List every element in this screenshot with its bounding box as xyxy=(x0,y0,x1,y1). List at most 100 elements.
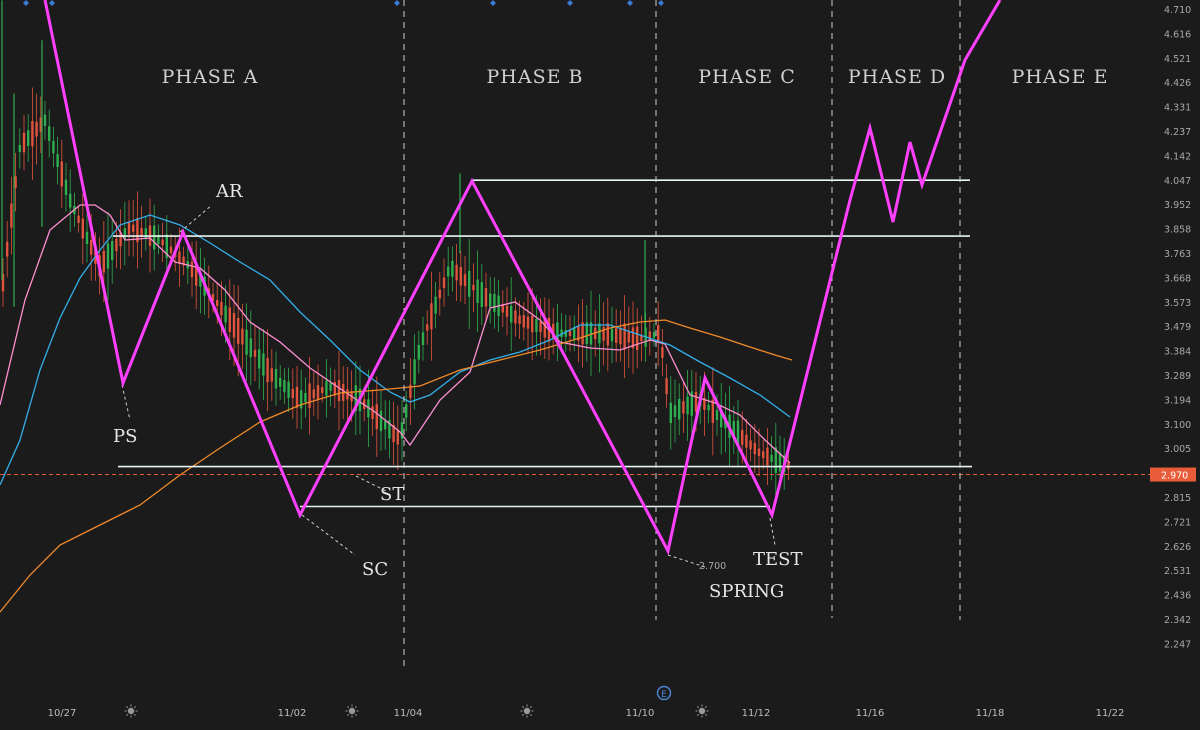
candle-body xyxy=(615,328,617,343)
date-tick-label: 11/10 xyxy=(626,708,655,719)
candle-body xyxy=(670,403,672,423)
candle-body xyxy=(308,383,310,407)
sun-icon xyxy=(346,705,359,718)
candle-body xyxy=(506,306,508,317)
candle-body xyxy=(443,277,445,288)
candle-body xyxy=(287,382,289,398)
phase-label: PHASE B xyxy=(487,66,584,88)
candle-body xyxy=(611,329,613,342)
candle-body xyxy=(115,239,117,251)
candle-body xyxy=(35,122,37,137)
price-tick-label: 4.426 xyxy=(1164,78,1191,89)
candle-body xyxy=(44,115,46,126)
price-tick-label: 2.626 xyxy=(1164,542,1191,553)
price-tick-label: 4.237 xyxy=(1164,127,1191,138)
sun-icon xyxy=(696,705,709,718)
candle-body xyxy=(741,430,743,445)
candle-body xyxy=(586,323,588,345)
candle-body xyxy=(258,349,260,368)
price-tick-label: 4.047 xyxy=(1164,176,1191,187)
candle-body xyxy=(27,130,29,146)
chart-canvas: PHASE APHASE BPHASE CPHASE DPHASE E PSAR… xyxy=(0,0,1200,726)
price-tick-label: 2.342 xyxy=(1164,615,1191,626)
candle-body xyxy=(712,400,714,423)
candle-body xyxy=(275,369,277,388)
candle-body xyxy=(657,325,659,342)
annotation-label: PS xyxy=(113,426,137,447)
candle-body xyxy=(254,350,256,357)
candle-body xyxy=(300,390,302,408)
annotation-label: TEST xyxy=(753,549,802,570)
candle-body xyxy=(262,354,264,376)
candle-body xyxy=(296,387,298,408)
candle-body xyxy=(216,300,218,306)
candle-body xyxy=(758,449,760,457)
candle-body xyxy=(770,455,772,462)
candle-body xyxy=(518,316,520,324)
candle-body xyxy=(103,251,105,273)
candle-body xyxy=(527,317,529,329)
candle-body xyxy=(338,380,340,401)
candle-body xyxy=(313,389,315,398)
candle-body xyxy=(573,327,575,339)
candle-body xyxy=(653,332,655,338)
candle-body xyxy=(31,121,33,146)
candle-body xyxy=(413,359,415,384)
candle-body xyxy=(619,328,621,344)
candle-body xyxy=(749,440,751,449)
date-tick-label: 11/18 xyxy=(976,708,1005,719)
candle-body xyxy=(598,323,600,343)
candle-body xyxy=(426,324,428,330)
candle-body xyxy=(754,443,756,454)
candle-body xyxy=(686,397,688,415)
candle-body xyxy=(325,381,327,396)
candle-body xyxy=(489,294,491,307)
phase-label: PHASE E xyxy=(1012,66,1109,88)
date-tick-label: 10/27 xyxy=(48,708,77,719)
candle-body xyxy=(636,327,638,350)
annotation-label: SPRING xyxy=(709,581,784,602)
candle-body xyxy=(6,242,8,257)
candle-body xyxy=(111,241,113,260)
candle-body xyxy=(682,401,684,413)
price-tick-label: 4.710 xyxy=(1164,5,1191,16)
candle-body xyxy=(56,154,58,167)
candle-body xyxy=(220,302,222,315)
candle-body xyxy=(649,331,651,340)
candle-body xyxy=(380,411,382,431)
candle-body xyxy=(464,274,466,286)
candle-body xyxy=(745,435,747,448)
candle-body xyxy=(237,318,239,344)
current-price-label: 2.970 xyxy=(1161,471,1188,482)
candle-body xyxy=(224,306,226,323)
price-tick-label: 4.521 xyxy=(1164,54,1191,65)
candle-body xyxy=(86,232,88,244)
candle-body xyxy=(514,311,516,324)
candle-body xyxy=(451,261,453,277)
price-tick-label: 3.573 xyxy=(1164,298,1191,309)
candle-body xyxy=(569,331,571,336)
candle-body xyxy=(434,297,436,314)
candle-body xyxy=(493,294,495,312)
candle-body xyxy=(140,228,142,236)
phase-label: PHASE C xyxy=(698,66,796,88)
price-tick-label: 3.763 xyxy=(1164,249,1191,260)
sun-icon xyxy=(521,705,534,718)
annotation-label: SC xyxy=(362,559,388,580)
annotation-label: AR xyxy=(215,181,243,202)
candle-body xyxy=(405,404,407,418)
date-tick-label: 11/12 xyxy=(742,708,771,719)
candle-body xyxy=(69,194,71,208)
candle-body xyxy=(250,338,252,357)
wyckoff-chart: PHASE APHASE BPHASE CPHASE DPHASE E PSAR… xyxy=(0,0,1200,726)
sun-icon xyxy=(125,705,138,718)
svg-text:E: E xyxy=(661,690,667,700)
candle-body xyxy=(241,329,243,345)
candle-body xyxy=(384,421,386,429)
candle-body xyxy=(279,378,281,387)
candle-body xyxy=(23,133,25,153)
price-tick-label: 4.331 xyxy=(1164,103,1191,114)
candle-body xyxy=(523,315,525,327)
candle-body xyxy=(132,225,134,232)
candle-body xyxy=(460,267,462,286)
